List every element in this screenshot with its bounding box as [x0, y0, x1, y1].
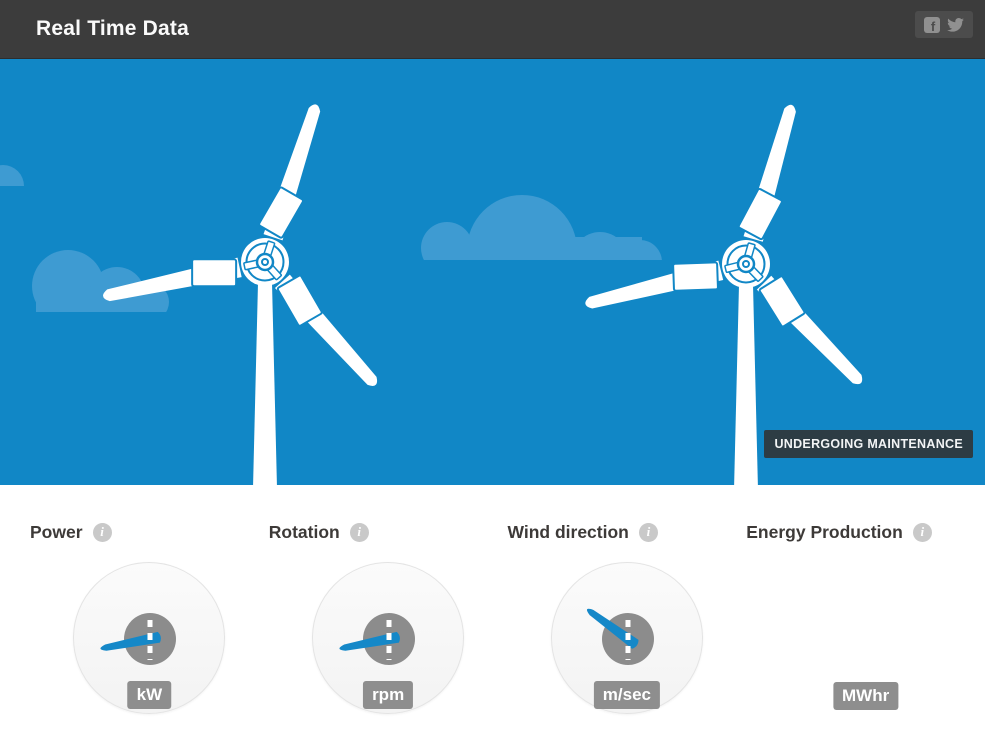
- info-icon[interactable]: i: [350, 523, 369, 542]
- gauge-dial: m/sec: [551, 562, 703, 714]
- unit-badge: rpm: [363, 681, 413, 709]
- gauge-label: Wind direction: [508, 522, 629, 543]
- info-glyph: i: [920, 524, 924, 540]
- social-buttons: f: [915, 11, 973, 38]
- gauge-dial-empty: MWhr: [790, 562, 942, 714]
- info-icon[interactable]: i: [93, 523, 112, 542]
- gauge-energy-production: Energy Production i MWhr: [746, 521, 985, 734]
- maintenance-badge: UNDERGOING MAINTENANCE: [764, 430, 973, 458]
- turbine-illustration: UNDERGOING MAINTENANCE: [0, 59, 985, 485]
- page-title: Real Time Data: [36, 17, 189, 41]
- unit-badge: MWhr: [833, 682, 898, 710]
- gauge-power: Power i kW: [30, 521, 269, 734]
- info-icon[interactable]: i: [639, 523, 658, 542]
- gauge-dial: rpm: [312, 562, 464, 714]
- gauge-label: Rotation: [269, 522, 340, 543]
- unit-badge: kW: [128, 681, 172, 709]
- wind-farm-scene: [0, 59, 985, 485]
- info-icon[interactable]: i: [913, 523, 932, 542]
- info-glyph: i: [357, 524, 361, 540]
- gauge-label: Power: [30, 522, 83, 543]
- twitter-icon[interactable]: [947, 18, 964, 32]
- gauge-dial: kW: [73, 562, 225, 714]
- info-glyph: i: [647, 524, 651, 540]
- gauge-rotation: Rotation i rpm: [269, 521, 508, 734]
- gauge-wind-direction: Wind direction i m/sec: [508, 521, 747, 734]
- unit-badge: m/sec: [594, 681, 660, 709]
- facebook-icon[interactable]: f: [924, 17, 940, 33]
- header: Real Time Data f: [0, 0, 985, 59]
- metrics-panel: Power i kW Rotation i: [0, 485, 985, 734]
- info-glyph: i: [100, 524, 104, 540]
- facebook-glyph: f: [931, 20, 935, 33]
- sky-background: [0, 59, 985, 485]
- gauge-label: Energy Production: [746, 522, 903, 543]
